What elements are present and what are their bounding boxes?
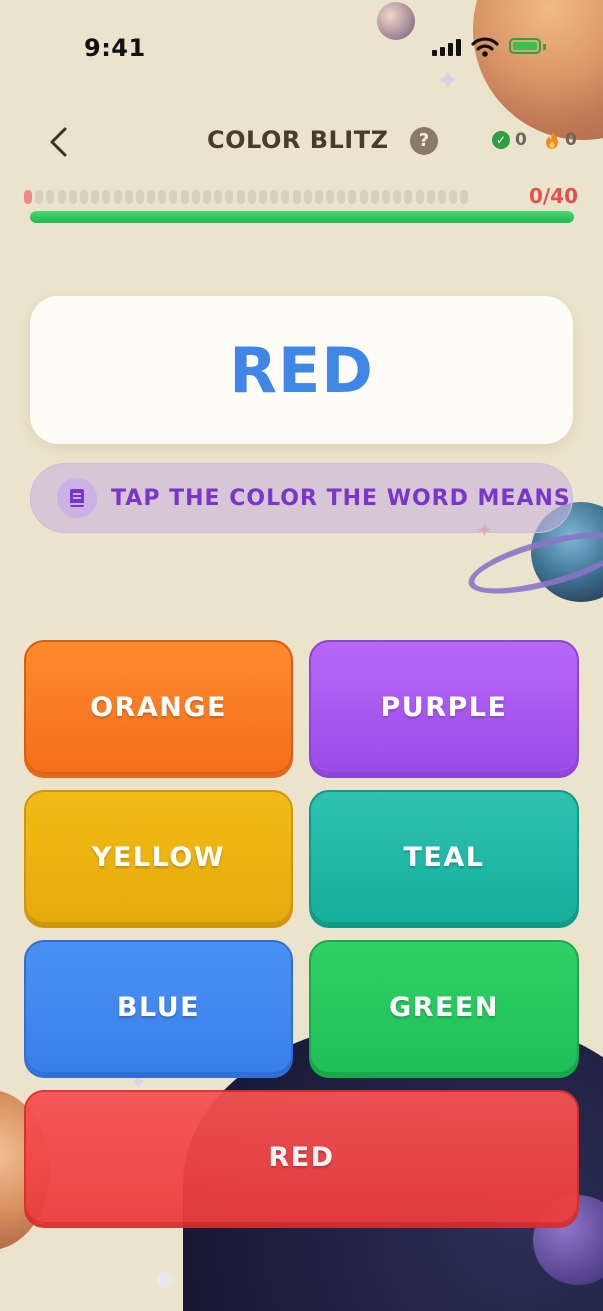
progress-count: 0/40 (528, 184, 578, 208)
progress-dot (124, 190, 133, 204)
progress-dot (426, 190, 435, 204)
progress-bar-fill (30, 211, 574, 223)
progress-dot (180, 190, 189, 204)
progress-dot (314, 190, 323, 204)
progress-dot (214, 190, 223, 204)
progress-dot (393, 190, 402, 204)
instruction-text: TAP THE COLOR THE WORD MEANS (111, 485, 571, 511)
progress-dot (169, 190, 178, 204)
progress-dot (46, 190, 55, 204)
progress-dot (437, 190, 446, 204)
game-header: COLOR BLITZ ? ✓ 0 0 (0, 118, 603, 166)
answer-button-blue[interactable]: BLUE (24, 940, 293, 1074)
progress-dot (337, 190, 346, 204)
cellular-signal-icon (432, 38, 461, 56)
status-time: 9:41 (84, 34, 146, 62)
progress-dot (236, 190, 245, 204)
progress-dot (281, 190, 290, 204)
moon-decoration (157, 1272, 173, 1288)
word-card: RED (30, 296, 573, 444)
battery-tip (543, 44, 546, 50)
book-icon (57, 478, 97, 518)
answer-label: RED (268, 1141, 335, 1173)
battery-icon (509, 38, 541, 54)
progress-bar (30, 211, 574, 223)
progress-dot (24, 190, 32, 204)
wifi-icon (471, 37, 499, 57)
progress-dot (102, 190, 111, 204)
status-bar: 9:41 (0, 30, 603, 66)
progress-dot (57, 190, 66, 204)
streak-count: 0 (565, 130, 577, 150)
correct-count: 0 (515, 130, 527, 150)
progress-dot (415, 190, 424, 204)
progress-dot (135, 190, 144, 204)
progress-dot (113, 190, 122, 204)
flame-icon (546, 131, 558, 149)
progress-dot (225, 190, 234, 204)
answer-label: TEAL (403, 841, 485, 873)
progress-dot (270, 190, 279, 204)
progress-dot (91, 190, 100, 204)
progress-dot (348, 190, 357, 204)
answer-button-yellow[interactable]: YELLOW (24, 790, 293, 924)
chevron-left-icon (50, 127, 67, 157)
sparkle-icon: ✦ (436, 64, 460, 97)
progress-dot (303, 190, 312, 204)
answer-button-teal[interactable]: TEAL (309, 790, 579, 924)
answer-button-green[interactable]: GREEN (309, 940, 579, 1074)
progress-dot (79, 190, 88, 204)
help-button[interactable]: ? (410, 127, 438, 155)
progress-dot (258, 190, 267, 204)
progress-dot (292, 190, 301, 204)
progress-dot (158, 190, 167, 204)
answer-label: ORANGE (90, 691, 227, 723)
streak-counter: 0 (544, 130, 577, 150)
answer-label: BLUE (116, 991, 201, 1023)
progress-dot (326, 190, 335, 204)
progress-dot (147, 190, 156, 204)
progress-dot (370, 190, 379, 204)
progress-dot (460, 190, 469, 204)
question-mark-icon: ? (418, 130, 430, 151)
answer-label: YELLOW (91, 841, 226, 873)
back-button[interactable] (40, 122, 76, 162)
progress-dot (247, 190, 256, 204)
progress-dot (404, 190, 413, 204)
page-title: COLOR BLITZ (207, 126, 389, 154)
correct-counter: ✓ 0 (492, 130, 527, 150)
answer-button-purple[interactable]: PURPLE (309, 640, 579, 774)
progress-dots (24, 190, 469, 204)
progress-dot (203, 190, 211, 204)
prompt-word: RED (229, 333, 374, 407)
answer-label: PURPLE (380, 691, 508, 723)
instruction-banner: TAP THE COLOR THE WORD MEANS (30, 463, 573, 533)
answer-button-red[interactable]: RED (24, 1090, 579, 1224)
progress-dot (359, 190, 368, 204)
answer-button-orange[interactable]: ORANGE (24, 640, 293, 774)
progress-dot (35, 190, 44, 204)
progress-dot (191, 190, 200, 204)
check-circle-icon: ✓ (492, 131, 510, 149)
answer-label: GREEN (389, 991, 499, 1023)
progress-dot (68, 190, 77, 204)
progress-dot (382, 190, 390, 204)
progress-dot (449, 190, 458, 204)
